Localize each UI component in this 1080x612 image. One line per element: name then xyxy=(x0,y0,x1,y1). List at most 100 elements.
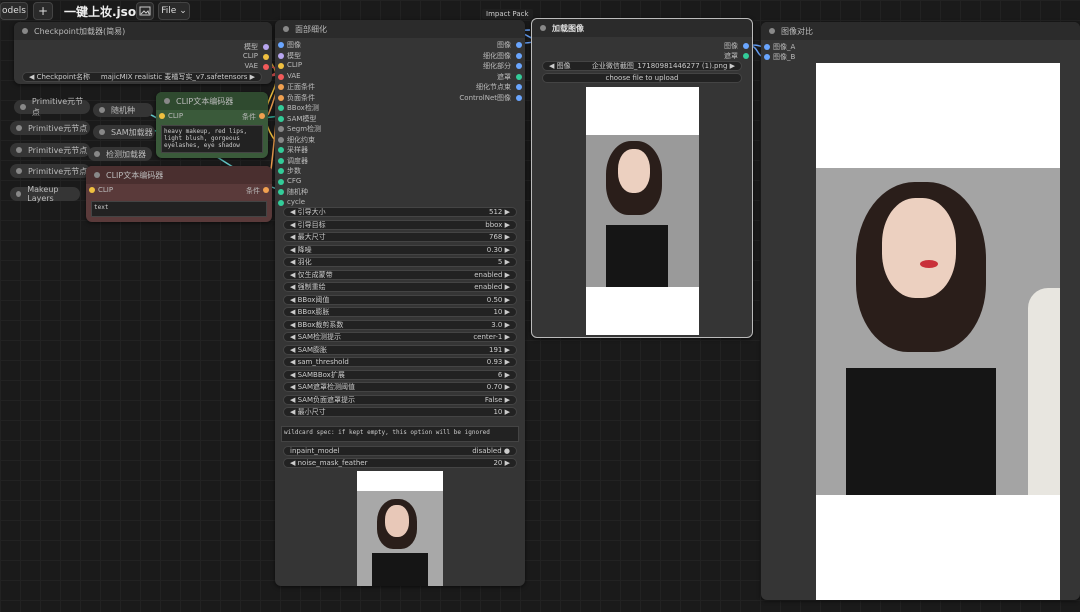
noise-mask-feather-slider[interactable]: ◀ noise_mask_feather 20 ▶ xyxy=(283,458,517,468)
clip-neg-in-socket[interactable] xyxy=(89,187,95,193)
detailer-widget[interactable]: ◀ 仅生成蒙带 enabled ▶ xyxy=(283,269,517,280)
negative-prompt-input[interactable]: text xyxy=(91,201,267,217)
detailer-widget[interactable]: ◀ SAM负面遮罩提示 False ▶ xyxy=(283,394,517,405)
detailer-widget-value: 5 ▶ xyxy=(497,258,510,266)
detailer-output-label: 细化部分 xyxy=(483,62,511,70)
detailer-output-label: 细化节点束 xyxy=(476,83,511,91)
clip-encoder-positive-node[interactable]: CLIP文本编码器 CLIP 条件 heavy makeup, red lips… xyxy=(156,92,268,158)
detailer-widget-value: 0.70 ▶ xyxy=(486,383,510,391)
detailer-widget[interactable]: ◀ 强制重绘 enabled ▶ xyxy=(283,282,517,292)
detailer-output-socket[interactable] xyxy=(516,94,522,101)
image-file-label: ◀ 图像 xyxy=(549,62,571,70)
detailer-widget-label: ◀ 最大尺寸 xyxy=(290,233,326,241)
detailer-widget[interactable]: ◀ 引导目标 bbox ▶ xyxy=(283,219,517,230)
cond-neg-out-label: 条件 xyxy=(246,187,260,195)
out-vae-label: VAE xyxy=(244,62,258,70)
detailer-widget-label: ◀ 仅生成蒙带 xyxy=(290,270,333,279)
image-file-select[interactable]: ◀ 图像 企业微信截图_17180981446277 (1).png ▶ xyxy=(542,61,742,71)
out-clip-socket[interactable] xyxy=(263,54,269,60)
primitive-node-1[interactable]: Primitive元节点 xyxy=(14,97,90,117)
detailer-widget-value: 3.0 ▶ xyxy=(491,320,510,329)
detailer-input-socket[interactable] xyxy=(278,94,284,101)
detailer-output-socket[interactable] xyxy=(516,52,522,59)
detailer-input-socket[interactable] xyxy=(278,105,284,111)
primitive-node-4[interactable]: Primitive元节点 xyxy=(10,164,90,178)
detailer-output-socket[interactable] xyxy=(516,63,522,69)
clip-in-socket[interactable] xyxy=(159,113,165,119)
detailer-input-socket[interactable] xyxy=(278,52,284,59)
upload-button[interactable]: choose file to upload xyxy=(542,73,742,83)
makeup-layers-node[interactable]: Makeup Layers xyxy=(10,185,80,203)
positive-prompt-input[interactable]: heavy makeup, red lips, light blush, gor… xyxy=(161,125,263,153)
models-button[interactable]: odels xyxy=(0,2,28,20)
detailer-widget[interactable]: ◀ 最小尺寸 10 ▶ xyxy=(283,407,517,417)
detailer-widget[interactable]: ◀ BBox裁剪系数 3.0 ▶ xyxy=(283,319,517,330)
detailer-input-label: 步数 xyxy=(287,167,301,175)
detailer-input-socket[interactable] xyxy=(278,84,284,90)
detailer-input-socket[interactable] xyxy=(278,178,284,185)
image-icon[interactable] xyxy=(136,2,154,20)
load-image-node[interactable]: 加载图像 图像 遮罩 ◀ 图像 企业微信截图_17180981446277 (1… xyxy=(531,18,753,338)
detailer-input-socket[interactable] xyxy=(278,199,284,206)
image-a-socket[interactable] xyxy=(764,44,770,50)
primitive-node-3[interactable]: Primitive元节点 xyxy=(10,143,90,157)
add-workflow-button[interactable]: + xyxy=(33,2,53,20)
detailer-widget[interactable]: ◀ 最大尺寸 768 ▶ xyxy=(283,232,517,242)
inpaint-model-toggle[interactable]: inpaint_model disabled ● xyxy=(283,446,517,456)
checkpoint-select-label: ◀ Checkpoint名称 xyxy=(29,73,90,81)
cond-out-socket[interactable] xyxy=(259,113,265,119)
checkpoint-loader-node[interactable]: Checkpoint加载器(简易) 模型 CLIP VAE ◀ Checkpoi… xyxy=(14,22,272,84)
detailer-widget[interactable]: ◀ 引导大小 512 ▶ xyxy=(283,207,517,217)
detailer-input-label: 负面条件 xyxy=(287,93,315,102)
inpaint-model-value: disabled ● xyxy=(472,447,510,455)
detector-loader-node[interactable]: 检测加载器 xyxy=(88,147,152,161)
wildcard-input[interactable]: wildcard spec: if kept empty, this optio… xyxy=(281,426,519,442)
detailer-widget[interactable]: ◀ SAM遮罩检测阈值 0.70 ▶ xyxy=(283,382,517,392)
detailer-input-socket[interactable] xyxy=(278,157,284,164)
load-mask-out-label: 遮罩 xyxy=(724,52,738,60)
detailer-input-socket[interactable] xyxy=(278,136,284,143)
detailer-widget[interactable]: ◀ BBox膨胀 10 ▶ xyxy=(283,307,517,317)
detailer-output-socket[interactable] xyxy=(516,84,522,90)
detailer-widget[interactable]: ◀ 羽化 5 ▶ xyxy=(283,257,517,267)
detailer-input-socket[interactable] xyxy=(278,168,284,174)
image-a-label: 图像_A xyxy=(773,43,796,51)
load-image-title-text: 加载图像 xyxy=(552,23,584,33)
out-vae-socket[interactable] xyxy=(263,64,269,70)
detailer-widget[interactable]: ◀ SAMBBox扩展 6 ▶ xyxy=(283,369,517,380)
out-model-socket[interactable] xyxy=(263,44,269,50)
primitive-node-2[interactable]: Primitive元节点 xyxy=(10,121,90,135)
seed-node-label: 随机种 xyxy=(111,105,135,115)
checkpoint-title-text: Checkpoint加载器(简易) xyxy=(34,26,126,36)
clip-encoder-negative-node[interactable]: CLIP文本编码器 CLIP 条件 text xyxy=(86,166,272,222)
detailer-input-socket[interactable] xyxy=(278,73,284,80)
detailer-input-socket[interactable] xyxy=(278,189,284,195)
detailer-widget[interactable]: ◀ SAM膨胀 191 ▶ xyxy=(283,344,517,355)
detailer-input-socket[interactable] xyxy=(278,147,284,153)
detailer-input-socket[interactable] xyxy=(278,115,284,122)
image-b-socket[interactable] xyxy=(764,54,770,60)
detailer-output-socket[interactable] xyxy=(516,73,522,80)
image-compare-title: 图像对比 xyxy=(761,22,1080,40)
detailer-input-socket[interactable] xyxy=(278,126,284,132)
image-compare-title-text: 图像对比 xyxy=(781,26,813,36)
load-mask-out-socket[interactable] xyxy=(743,53,749,59)
detailer-widget[interactable]: ◀ SAM检测提示 center-1 ▶ xyxy=(283,332,517,342)
detailer-input-socket[interactable] xyxy=(278,42,284,48)
detailer-widget[interactable]: ◀ 降噪 0.30 ▶ xyxy=(283,244,517,255)
detailer-widget[interactable]: ◀ sam_threshold 0.93 ▶ xyxy=(283,357,517,367)
sam-loader-node[interactable]: SAM加载器 xyxy=(93,125,155,139)
cond-neg-out-socket[interactable] xyxy=(263,187,269,193)
detailer-output-socket[interactable] xyxy=(516,42,522,48)
detailer-widget[interactable]: ◀ BBox阈值 0.50 ▶ xyxy=(283,294,517,305)
seed-node[interactable]: 随机种 xyxy=(93,103,153,117)
detailer-output-label: 细化图像 xyxy=(483,51,511,60)
load-image-out-socket[interactable] xyxy=(743,43,749,49)
detailer-input-label: 模型 xyxy=(287,51,301,60)
face-detailer-node[interactable]: 面部细化 图像 模型 CLIP VAE 正面条件 负面条件 BBox检测 SAM模型 Segm检… xyxy=(275,20,525,586)
detailer-input-socket[interactable] xyxy=(278,63,284,69)
file-menu-button[interactable]: File ⌄ xyxy=(158,2,190,20)
image-compare-node[interactable]: 图像对比 图像_A 图像_B xyxy=(761,22,1080,600)
checkpoint-select[interactable]: ◀ Checkpoint名称 majicMIX realistic 麦橘写实_v… xyxy=(22,72,262,82)
detailer-widget-label: ◀ BBox膨胀 xyxy=(290,308,330,316)
